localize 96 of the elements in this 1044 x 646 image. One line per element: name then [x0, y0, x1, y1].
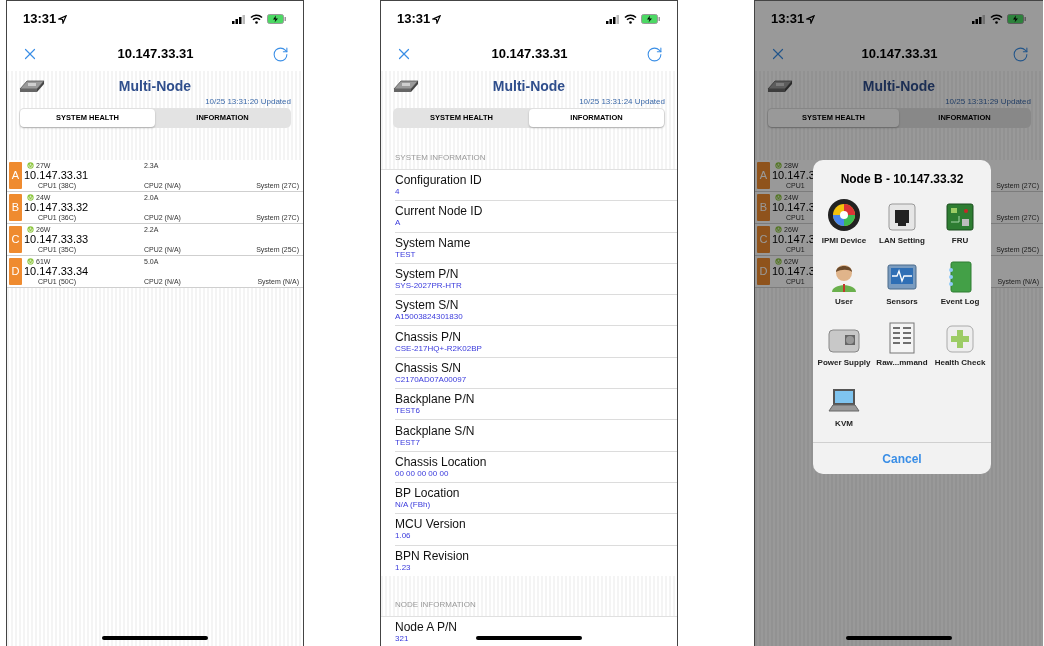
color-swirl-icon	[827, 198, 861, 232]
node-letter: A	[757, 162, 770, 189]
updated-time: 10/25 13:31:20 Updated	[205, 97, 291, 107]
signal-icon	[232, 14, 246, 24]
section-header: NODE INFORMATION	[395, 599, 476, 609]
server-icon	[767, 78, 793, 94]
notebook-icon	[947, 261, 973, 293]
battery-charging-icon	[1007, 14, 1027, 24]
location-arrow-icon	[58, 14, 68, 24]
info-label: Chassis Location	[395, 455, 487, 468]
info-value: A15003824301830	[395, 313, 463, 322]
location-arrow-icon	[806, 14, 816, 24]
info-label: Backplane S/N	[395, 424, 475, 437]
section-header: SYSTEM INFORMATION	[395, 153, 486, 162]
dialog-action[interactable]: Event Log	[931, 257, 989, 308]
info-value: N/A (FBh)	[395, 501, 431, 510]
info-value: A	[395, 219, 401, 228]
updated-time: 10/25 13:31:24 Updated	[579, 97, 665, 107]
info-label: BPN Revision	[395, 549, 470, 562]
dialog-action[interactable]: Sensors	[873, 257, 931, 308]
wifi-icon	[250, 14, 263, 24]
node-letter: C	[9, 226, 22, 253]
info-label: BP Location	[395, 487, 460, 500]
status-time: 13:31	[771, 10, 805, 29]
laptop-icon	[827, 387, 861, 415]
signal-icon	[972, 14, 986, 24]
updated-time: 10/25 13:31:29 Updated	[945, 97, 1031, 107]
info-label: Configuration ID	[395, 174, 482, 187]
info-label: Chassis P/N	[395, 330, 462, 343]
info-label: System P/N	[395, 268, 459, 281]
dialog-action[interactable]: IPMI Device	[815, 196, 873, 247]
dialog-action[interactable]: Health Check	[931, 318, 989, 369]
node-letter: A	[9, 162, 22, 189]
node-letter: B	[9, 194, 22, 221]
node-ip: 10.147.33.31	[24, 169, 89, 181]
page-title: Multi-Node	[492, 76, 566, 96]
info-value: 321	[395, 635, 409, 643]
ethernet-port-icon	[887, 202, 917, 232]
info-label: Node A P/N	[395, 621, 458, 633]
dialog-action[interactable]: Power Supply	[815, 318, 873, 369]
power-status-icon	[27, 257, 34, 265]
wifi-icon	[990, 14, 1003, 24]
info-label: MCU Version	[395, 518, 466, 531]
page-title: Multi-Node	[118, 76, 192, 96]
info-value: C2170AD07A00097	[395, 375, 467, 384]
circuit-board-icon	[945, 202, 975, 232]
node-letter: D	[9, 258, 22, 285]
dialog-action[interactable]: KVM	[815, 379, 873, 430]
code-sheet-icon	[888, 322, 916, 354]
refresh-icon[interactable]	[646, 45, 663, 63]
node-ip: 10.147.33.34	[24, 265, 89, 277]
info-label: Current Node ID	[395, 205, 483, 218]
location-arrow-icon	[432, 14, 442, 24]
battery-charging-icon	[641, 14, 661, 24]
nav-title: 10.147.33.31	[861, 45, 938, 64]
signal-icon	[606, 14, 620, 24]
status-time: 13:31	[23, 10, 57, 29]
info-value: 1.23	[395, 563, 411, 572]
node-ip: 10.147.33.33	[24, 233, 89, 245]
nav-title: 10.147.33.31	[491, 45, 568, 64]
dialog-action[interactable]: User	[815, 257, 873, 308]
power-supply-unit-icon	[827, 326, 861, 354]
plus-cross-icon	[945, 324, 975, 354]
dialog-action[interactable]: LAN Setting	[873, 196, 931, 247]
server-icon	[19, 78, 45, 94]
info-label: Backplane P/N	[395, 393, 475, 406]
info-value: 00 00 00 00 00	[395, 469, 449, 478]
dialog-title: Node B - 10.147.33.32	[839, 171, 965, 188]
node-letter: D	[757, 258, 770, 285]
node-ip: 10.147.33.32	[24, 201, 89, 213]
server-icon	[393, 78, 419, 94]
info-value: CSE-217HQ+-R2K02BP	[395, 344, 482, 353]
battery-charging-icon	[267, 14, 287, 24]
info-value: TEST7	[395, 438, 420, 447]
refresh-icon[interactable]	[272, 45, 289, 63]
dialog-action[interactable]: FRU	[931, 196, 989, 247]
nav-title: 10.147.33.31	[117, 45, 194, 64]
info-value: TEST6	[395, 407, 420, 416]
power-status-icon	[27, 161, 34, 169]
info-value: 1.06	[395, 532, 411, 541]
info-label: System Name	[395, 236, 471, 249]
info-value: TEST	[395, 250, 416, 259]
dialog-action[interactable]: Raw...mmand	[873, 318, 931, 369]
refresh-icon[interactable]	[1012, 45, 1029, 63]
monitor-waveform-icon	[886, 263, 918, 293]
page-title: Multi-Node	[862, 76, 936, 96]
wifi-icon	[624, 14, 637, 24]
info-label: System S/N	[395, 299, 459, 312]
status-time: 13:31	[397, 10, 431, 29]
info-value: SYS-2027PR-HTR	[395, 282, 462, 291]
info-label: Chassis S/N	[395, 361, 462, 374]
power-status-icon	[27, 225, 34, 233]
info-value: 4	[395, 188, 400, 197]
power-status-icon	[27, 193, 34, 201]
node-letter: C	[757, 226, 770, 253]
node-letter: B	[757, 194, 770, 221]
